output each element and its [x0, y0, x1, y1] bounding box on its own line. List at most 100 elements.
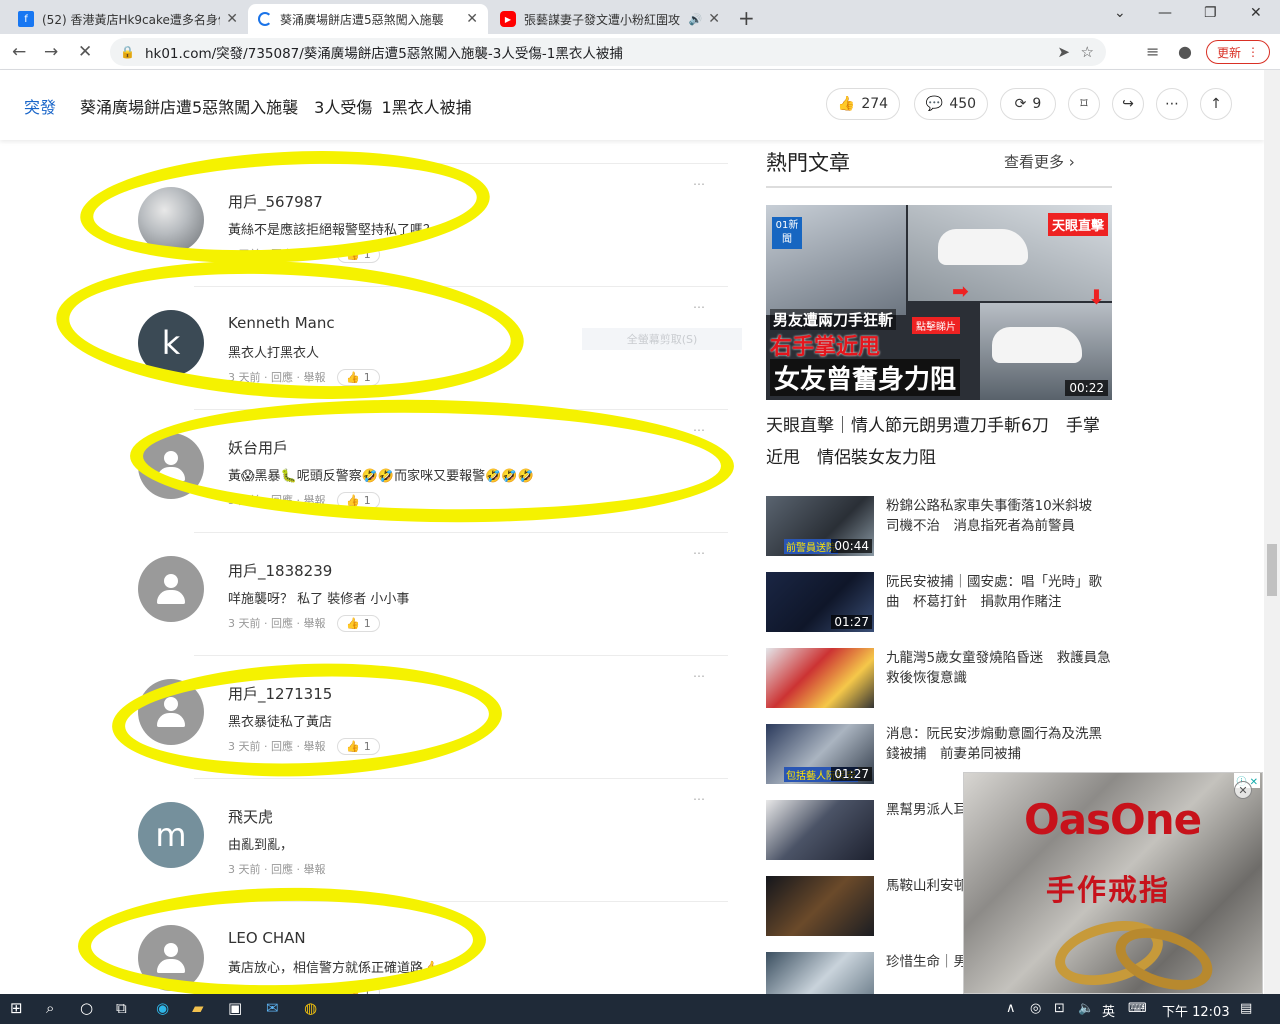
- tab-youtube[interactable]: ▶ 張藝謀妻子發文遭小粉紅圍攻 🔊 ✕: [490, 4, 730, 34]
- related-article[interactable]: 前警員送院 00:44 粉錦公路私家車失事衝落10米斜坡 司機不治 消息指死者為…: [766, 496, 1112, 556]
- maximize-icon[interactable]: ❐: [1204, 5, 1217, 21]
- comment-button[interactable]: 💬 450: [914, 88, 988, 120]
- minimize-icon[interactable]: —: [1158, 5, 1172, 21]
- profile-icon[interactable]: ●: [1178, 42, 1192, 61]
- close-tab-icon[interactable]: ✕: [466, 11, 478, 27]
- comment-like-button[interactable]: 👍 1: [337, 615, 380, 632]
- bookmark-star-icon[interactable]: ☆: [1081, 43, 1094, 61]
- report-link[interactable]: 舉報: [304, 371, 326, 384]
- comment-text: 黃😱黑暴🐛呢頭反警察🤣🤣而家咪又要報警🤣🤣🤣: [228, 469, 534, 484]
- update-button[interactable]: 更新 ⋮: [1206, 40, 1270, 64]
- advertisement-banner[interactable]: OasOne 手作戒指 ⓘ ✕ ✕: [963, 772, 1263, 994]
- stop-loading-icon[interactable]: ✕: [78, 42, 92, 62]
- comment-more-icon[interactable]: ⋯: [693, 546, 705, 560]
- file-explorer-icon[interactable]: ▰: [192, 999, 204, 1017]
- comment-author[interactable]: 用戶_1271315: [228, 683, 332, 704]
- comment-like-button[interactable]: 👍 1: [337, 492, 380, 509]
- task-view-icon[interactable]: ⧉: [116, 999, 127, 1017]
- report-link[interactable]: 舉報: [304, 494, 326, 507]
- reply-link[interactable]: 回應: [271, 494, 293, 507]
- screen-snip-button[interactable]: 全螢幕剪取(S): [582, 328, 742, 350]
- comment-author[interactable]: Kenneth Manc: [228, 314, 335, 332]
- new-tab-icon[interactable]: +: [738, 6, 755, 30]
- comment-author[interactable]: 飛天虎: [228, 806, 273, 827]
- comment-more-icon[interactable]: ⋯: [693, 300, 705, 314]
- report-link[interactable]: 舉報: [304, 740, 326, 753]
- avatar[interactable]: [138, 556, 204, 622]
- comment-item: LEO CHAN 黃店放心，相信警方就係正確道路👍 3 天前 · 回應 · 舉報…: [138, 901, 728, 995]
- mail-icon[interactable]: ✉: [266, 999, 279, 1017]
- network-icon[interactable]: ⊡: [1054, 1001, 1065, 1016]
- article-thumbnail: [766, 800, 874, 860]
- like-button[interactable]: 👍 274: [826, 88, 900, 120]
- default-user-icon: [154, 941, 188, 975]
- back-icon[interactable]: ←: [12, 42, 26, 62]
- address-bar[interactable]: 🔒 hk01.com/突發/735087/葵涌廣場餅店遭5惡煞闖入施襲-3人受傷…: [110, 38, 1106, 66]
- comment-author[interactable]: 用戶_567987: [228, 191, 323, 212]
- report-link[interactable]: 舉報: [304, 248, 326, 261]
- reply-link[interactable]: 回應: [271, 371, 293, 384]
- related-article[interactable]: 01:27 阮民安被捕｜國安處：唱「光時」歌曲 杯葛打針 捐款用作賭注: [766, 572, 1112, 632]
- cortana-icon[interactable]: ○: [80, 999, 93, 1017]
- reply-link[interactable]: 回應: [271, 863, 293, 876]
- speaker-icon[interactable]: 🔊: [689, 13, 703, 26]
- hero-article-thumbnail[interactable]: 01新聞 天眼直擊 ➡ ⬇ 男友遭兩刀手狂斬 右手掌近甩 女友曾奮身力阻 點擊睇…: [766, 205, 1112, 400]
- more-options-button[interactable]: ⋯: [1156, 88, 1188, 120]
- report-link[interactable]: 舉報: [304, 617, 326, 630]
- avatar[interactable]: [138, 679, 204, 745]
- share-count-button[interactable]: ⟳ 9: [1000, 88, 1056, 120]
- report-link[interactable]: 舉報: [304, 863, 326, 876]
- ad-close-icon[interactable]: ✕: [1234, 781, 1252, 799]
- related-article[interactable]: 九龍灣5歲女童發燒陷昏迷 救護員急救後恢復意識: [766, 648, 1112, 708]
- tab-facebook[interactable]: f (52) 香港黃店Hk9cake遭多名身份 ✕: [8, 4, 248, 34]
- comment-author[interactable]: 用戶_1838239: [228, 560, 332, 581]
- breadcrumb[interactable]: 突發: [24, 94, 56, 118]
- send-to-device-icon[interactable]: ➤: [1057, 43, 1070, 61]
- store-icon[interactable]: ▣: [228, 999, 242, 1017]
- tray-chevron-up-icon[interactable]: ∧: [1006, 1001, 1016, 1016]
- comment-author[interactable]: 妖台用戶: [228, 437, 288, 458]
- comment-like-button[interactable]: 👍 1: [337, 738, 380, 755]
- avatar[interactable]: [138, 433, 204, 499]
- comment-more-icon[interactable]: ⋯: [693, 669, 705, 683]
- comment-like-button[interactable]: 👍 1: [337, 369, 380, 386]
- close-window-icon[interactable]: ✕: [1250, 5, 1262, 21]
- comment-more-icon[interactable]: ⋯: [693, 423, 705, 437]
- chrome-icon[interactable]: ◍: [304, 999, 317, 1017]
- lock-icon[interactable]: 🔒: [120, 45, 135, 59]
- reading-list-icon[interactable]: ≡: [1146, 42, 1159, 61]
- close-tab-icon[interactable]: ✕: [226, 11, 238, 27]
- windows-start-icon[interactable]: ⊞: [10, 999, 23, 1017]
- volume-icon[interactable]: 🔈: [1078, 1001, 1094, 1016]
- comment-like-button[interactable]: 👍 1: [337, 246, 380, 263]
- edge-icon[interactable]: ◉: [156, 999, 169, 1017]
- avatar[interactable]: m: [138, 802, 204, 868]
- input-language[interactable]: 英: [1102, 1001, 1115, 1020]
- share-button[interactable]: ↪: [1112, 88, 1144, 120]
- divider: [194, 532, 728, 533]
- tab-search-icon[interactable]: ⌄: [1114, 5, 1126, 21]
- bookmark-button[interactable]: ⌑: [1068, 88, 1100, 120]
- reply-link[interactable]: 回應: [271, 248, 293, 261]
- avatar[interactable]: k: [138, 310, 204, 376]
- comment-more-icon[interactable]: ⋯: [693, 177, 705, 191]
- tab-hk01-article[interactable]: 葵涌廣場餅店遭5惡煞闖入施襲 ✕: [248, 4, 488, 34]
- forward-icon[interactable]: →: [44, 42, 58, 62]
- comment-more-icon[interactable]: ⋯: [693, 792, 705, 806]
- close-tab-icon[interactable]: ✕: [708, 11, 720, 27]
- ime-mode-icon[interactable]: ⌨: [1128, 1001, 1147, 1016]
- avatar[interactable]: [138, 187, 204, 253]
- meet-now-icon[interactable]: ◎: [1030, 1001, 1041, 1016]
- view-more-link[interactable]: 查看更多 ›: [1004, 151, 1075, 172]
- search-icon[interactable]: ⌕: [46, 999, 54, 1017]
- hero-article-title[interactable]: 天眼直擊｜情人節元朗男遭刀手斬6刀 手掌近甩 情侶裝女友力阻: [766, 410, 1112, 474]
- clock[interactable]: 下午 12:03: [1162, 1001, 1230, 1020]
- scrollbar-thumb[interactable]: [1267, 544, 1277, 596]
- scroll-top-button[interactable]: ↑: [1200, 88, 1232, 120]
- notification-icon[interactable]: ▤: [1240, 1001, 1252, 1016]
- comment-author[interactable]: LEO CHAN: [228, 929, 306, 947]
- reply-link[interactable]: 回應: [271, 617, 293, 630]
- reply-link[interactable]: 回應: [271, 740, 293, 753]
- avatar[interactable]: [138, 925, 204, 991]
- page-scrollbar[interactable]: [1264, 70, 1280, 994]
